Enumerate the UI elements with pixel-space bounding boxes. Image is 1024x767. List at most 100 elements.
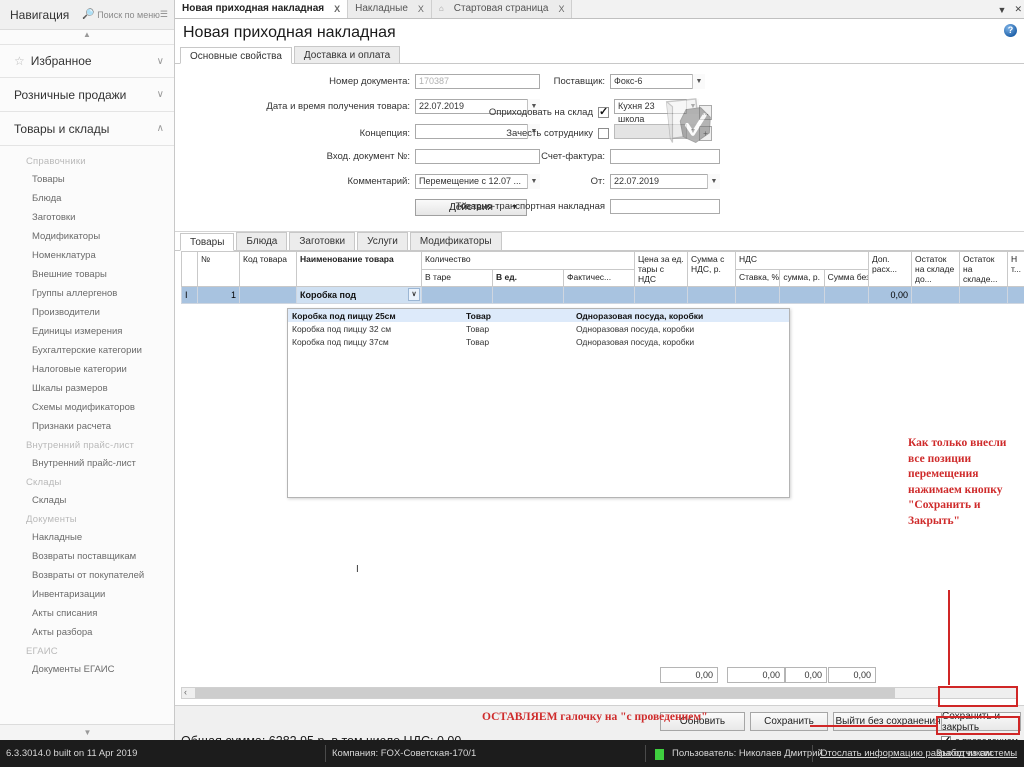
grid-column-header[interactable]: Наименование товара (296, 251, 422, 287)
from-date-field[interactable]: 22.07.2019 (610, 174, 720, 189)
grid-column-header[interactable]: Сумма с НДС, р. (687, 251, 736, 287)
grid-cell-price[interactable] (634, 286, 688, 304)
document-tab[interactable]: Новая приходная накладная X (175, 0, 349, 18)
sidebar-item[interactable]: Признаки расчета (0, 417, 174, 436)
sidebar-item[interactable]: Акты разбора (0, 623, 174, 642)
grid-tab[interactable]: Услуги (357, 232, 408, 250)
sidebar-item[interactable]: Группы аллергенов (0, 284, 174, 303)
grid-cell-fact[interactable] (563, 286, 635, 304)
grid-tab[interactable]: Модификаторы (409, 232, 502, 250)
document-tab[interactable]: Накладные X (348, 0, 432, 18)
grid-cell-summa[interactable] (687, 286, 736, 304)
grid-cell-dopras[interactable]: 0,00 (868, 286, 912, 304)
sidebar-item[interactable]: Модификаторы (0, 227, 174, 246)
sidebar-item[interactable]: Документы ЕГАИС (0, 660, 174, 679)
table-row[interactable]: I 1 Коробка под ∨ 0,00 (181, 286, 1024, 304)
grid-column-header[interactable] (181, 251, 198, 287)
sidebar-item[interactable]: Возвраты от покупателей (0, 566, 174, 585)
sidebar-scroll-down[interactable]: ▼ (0, 724, 174, 740)
chevron-down-icon[interactable]: ∨ (408, 288, 420, 301)
document-tab[interactable]: ⌂ Стартовая страница X (431, 0, 573, 18)
suggestion-item[interactable]: Коробка под пиццу 25см Товар Одноразовая п… (288, 309, 789, 322)
grid-column-header[interactable]: Остаток на складе до... (911, 251, 960, 287)
sidebar-item[interactable]: Производители (0, 303, 174, 322)
grid-cell-mark[interactable]: I (181, 286, 198, 304)
scroll-thumb[interactable] (195, 688, 895, 698)
sidebar-item[interactable]: Внешние товары (0, 265, 174, 284)
grid-horizontal-scrollbar[interactable]: ‹ (181, 687, 1018, 699)
sidebar-group-goods-and-stores[interactable]: Товары и склады ∧ (0, 112, 174, 146)
grid-cell-ost2[interactable] (959, 286, 1008, 304)
close-icon[interactable]: X (418, 4, 424, 14)
suggestion-item[interactable]: Коробка под пиццу 32 см Товар Одноразовая … (288, 322, 789, 335)
close-icon[interactable]: X (558, 4, 564, 14)
chevron-down-icon[interactable]: ▼ (692, 74, 705, 89)
product-suggestion-list[interactable]: Коробка под пиццу 25см Товар Одноразовая п… (287, 308, 790, 498)
suggestion-name: Коробка под пиццу 37см (292, 336, 389, 347)
grid-tab[interactable]: Заготовки (289, 232, 356, 250)
receive-date-label: Дата и время получения товара: (266, 101, 410, 112)
grid-tab[interactable]: Блюда (236, 232, 288, 250)
grid-column-header[interactable]: В таре (421, 268, 493, 287)
logout-link[interactable]: Выход из системы (936, 748, 1017, 759)
grid-column-header[interactable]: В ед. (492, 268, 564, 287)
grid-column-header[interactable]: Код товара (239, 251, 297, 287)
sidebar-item[interactable]: Товары (0, 170, 174, 189)
grid-cell-ndssum[interactable] (779, 286, 825, 304)
menu-search[interactable]: 🔍 Поиск по меню (82, 9, 160, 20)
sidebar-group-retail-sales[interactable]: Розничные продажи ∨ (0, 78, 174, 112)
grid-cell-sumbez[interactable] (823, 286, 870, 304)
sidebar-item[interactable]: Заготовки (0, 208, 174, 227)
scroll-up-indicator[interactable]: ▲ (0, 30, 174, 44)
save-button[interactable]: Сохранить (750, 712, 828, 731)
sidebar-item[interactable]: Возвраты поставщикам (0, 547, 174, 566)
grid-cell-ost1[interactable] (911, 286, 960, 304)
sidebar-item[interactable]: Бухгалтерские категории (0, 341, 174, 360)
close-icon[interactable]: X (334, 4, 340, 14)
receive-to-store-checkbox[interactable] (598, 105, 609, 118)
grid-cell-product-name[interactable]: Коробка под ∨ (296, 286, 422, 304)
grid-column-header[interactable]: Доп. расх... (868, 251, 912, 287)
sidebar-item[interactable]: Шкалы размеров (0, 379, 174, 398)
scroll-left-icon[interactable]: ‹ (184, 687, 187, 697)
close-tab-icon[interactable]: ✕ (1014, 4, 1022, 15)
sidebar-item[interactable]: Склады (0, 491, 174, 510)
sidebar-item[interactable]: Единицы измерения (0, 322, 174, 341)
grid-column-header[interactable]: Цена за ед. тары с НДС (634, 251, 688, 287)
grid-tab[interactable]: Товары (180, 233, 235, 251)
suggestion-item[interactable]: Коробка под пиццу 37см Товар Одноразовая п… (288, 335, 789, 348)
grid-cell-vtare[interactable] (421, 286, 493, 304)
sidebar-item[interactable]: Схемы модификаторов (0, 398, 174, 417)
grid-column-header[interactable]: сумма, р. (779, 268, 825, 287)
sidebar-item[interactable]: Внутренний прайс-лист (0, 454, 174, 473)
pin-icon[interactable]: ☰ (160, 9, 168, 20)
grid-cell-num[interactable]: 1 (197, 286, 240, 304)
grid-cell-stavka[interactable] (734, 286, 781, 304)
grid-column-header[interactable]: Ставка, % (734, 268, 781, 287)
grid-cell-ved[interactable] (492, 286, 564, 304)
sidebar-item[interactable]: Накладные (0, 528, 174, 547)
exit-without-saving-button[interactable]: Выйти без сохранения (833, 712, 943, 731)
sidebar-group-favorites[interactable]: ☆ Избранное ∨ (0, 44, 174, 78)
grid-column-header[interactable]: № (197, 251, 240, 287)
sidebar-item[interactable]: Номенклатура (0, 246, 174, 265)
grid-column-header[interactable]: Н т... (1007, 251, 1024, 287)
grid-column-header[interactable]: Остаток на складе... (959, 251, 1008, 287)
property-tab[interactable]: Доставка и оплата (293, 46, 401, 63)
supplier-field[interactable]: Фокс-6 (610, 74, 705, 89)
sidebar-item[interactable]: Блюда (0, 189, 174, 208)
property-tab[interactable]: Основные свойства (180, 47, 292, 64)
help-icon[interactable]: ? (1004, 24, 1017, 37)
tab-list-dropdown-icon[interactable]: ▼ (998, 5, 1007, 15)
sidebar-header: Навигация 🔍 Поиск по меню ☰ (0, 0, 174, 30)
sidebar-item[interactable]: Акты списания (0, 604, 174, 623)
grid-cell-last[interactable] (1007, 286, 1024, 304)
grid-cell-code[interactable] (239, 286, 297, 304)
sidebar-item[interactable]: Налоговые категории (0, 360, 174, 379)
credit-employee-checkbox[interactable] (598, 127, 609, 139)
sidebar-item[interactable]: Инвентаризации (0, 585, 174, 604)
grid-column-header[interactable]: Фактичес... (563, 268, 635, 287)
chevron-down-icon[interactable]: ▼ (707, 174, 720, 189)
grid-column-header[interactable]: Сумма без... (823, 268, 870, 287)
waybill-field[interactable] (610, 199, 720, 214)
